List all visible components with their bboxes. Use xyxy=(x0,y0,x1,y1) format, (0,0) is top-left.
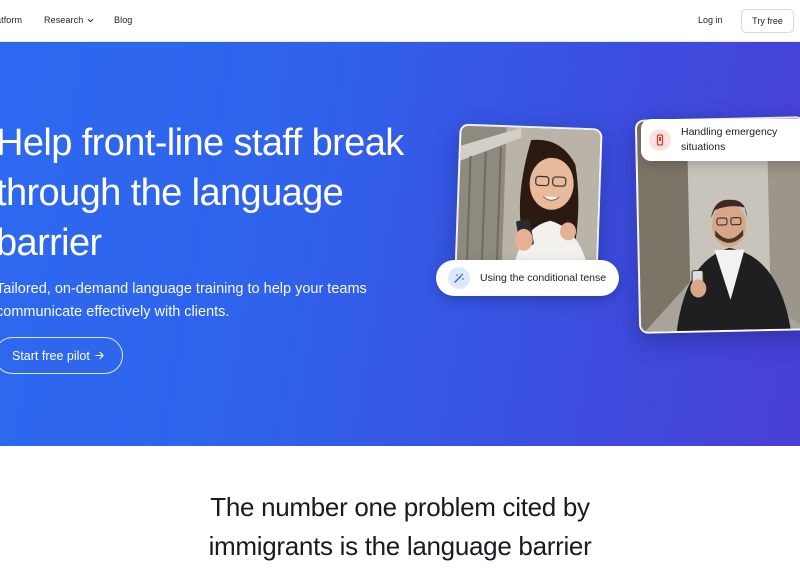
hero-title: Help front-line staff break through the … xyxy=(0,122,404,264)
cta-label: Start free pilot xyxy=(12,348,90,363)
nav-research-label: Research xyxy=(44,15,84,25)
arrow-right-icon xyxy=(95,351,104,360)
hero-section: Help front-line staff break through the … xyxy=(0,42,800,446)
chevron-down-icon xyxy=(88,18,94,22)
conditional-tense-label: Using the conditional tense xyxy=(480,272,607,284)
emergency-situations-label: Handling emergency situations xyxy=(681,126,778,153)
magic-wand-icon xyxy=(448,267,470,289)
problem-statement-heading: The number one problem cited by immigran… xyxy=(208,492,592,561)
emergency-phone-icon xyxy=(649,129,671,151)
woman-photo-illustration xyxy=(456,125,603,282)
emergency-situations-chip: Handling emergency situations xyxy=(641,119,800,161)
woman-with-phone-photo xyxy=(454,123,603,282)
nav-research-menu[interactable]: Research xyxy=(44,15,95,25)
start-free-pilot-button[interactable]: Start free pilot xyxy=(0,337,123,374)
top-navigation: atform Research Blog Log in Try free xyxy=(0,0,800,42)
nav-platform-link[interactable]: atform xyxy=(0,15,22,25)
nav-blog-link[interactable]: Blog xyxy=(114,15,132,25)
conditional-tense-chip: Using the conditional tense xyxy=(436,260,619,296)
try-free-button[interactable]: Try free xyxy=(741,9,794,33)
hero-subtitle: Tailored, on-demand language training to… xyxy=(0,281,367,320)
login-link[interactable]: Log in xyxy=(698,15,723,25)
